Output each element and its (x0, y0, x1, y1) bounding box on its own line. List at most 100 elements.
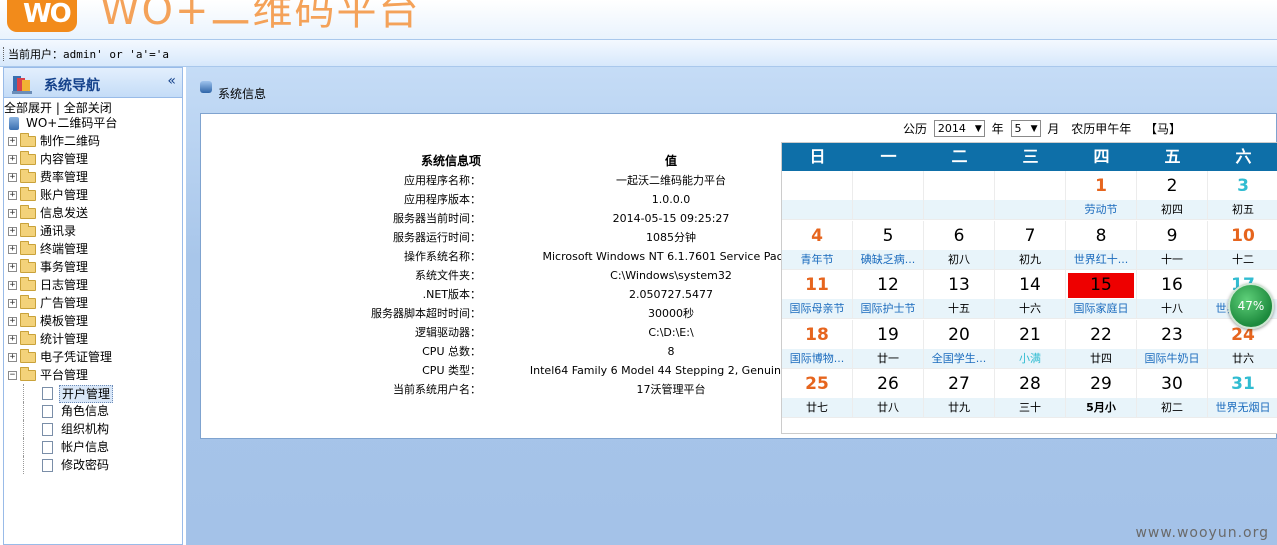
calendar-day[interactable]: 31 世界无烟日 (1208, 369, 1277, 418)
tree-child-label: 角色信息 (61, 404, 110, 418)
calendar-controls: 公历 2014 ▼ 年 5 ▼ 月 农历甲午年 【马】 (903, 120, 1181, 137)
expand-all-link[interactable]: 全部展开 (4, 101, 52, 115)
tree-child-open-account[interactable]: 开户管理 (4, 384, 182, 403)
calendar-day[interactable]: 8 世界红十... (1066, 220, 1137, 270)
calendar-day[interactable]: 13 十五 (924, 270, 995, 319)
calendar-week-row: 25 廿七 26 廿八 27 廿九 28 三十 29 5月小 30 初二 31 世界无烟日 (782, 369, 1277, 419)
year-select[interactable]: 2014 ▼ (933, 120, 985, 137)
tree-item-accounts[interactable]: + 账户管理 (4, 186, 182, 204)
collapse-sidebar-icon[interactable]: « (167, 73, 176, 89)
calendar-day[interactable]: 27 廿九 (924, 369, 995, 418)
tree-child-account-info[interactable]: 帐户信息 (4, 438, 182, 456)
tree-item-e-voucher[interactable]: + 电子凭证管理 (4, 348, 182, 366)
calendar-day[interactable]: 9 十一 (1137, 220, 1208, 270)
plus-icon[interactable]: + (8, 227, 17, 236)
calendar-day[interactable]: 30 初二 (1137, 369, 1208, 418)
lunar-label: 小满 (995, 348, 1065, 368)
weekday-label: 三 (1022, 147, 1039, 166)
info-value: 1085分钟 (646, 231, 696, 244)
tree-item-ads[interactable]: + 广告管理 (4, 294, 182, 312)
tree-item-statistics[interactable]: + 统计管理 (4, 330, 182, 348)
calendar-day[interactable]: 26 廿八 (853, 369, 924, 418)
calendar-day[interactable]: 6 初八 (924, 220, 995, 270)
document-icon (42, 459, 53, 472)
info-key: 应用程序版本： (404, 193, 481, 206)
day-number: 25 (805, 374, 829, 394)
tree-item-label: 内容管理 (40, 152, 89, 166)
calendar-day-today[interactable]: 15 国际家庭日 (1066, 270, 1137, 319)
calendar-day[interactable]: 25 廿七 (782, 369, 853, 418)
calendar-day[interactable]: 21 小满 (995, 319, 1066, 369)
plus-icon[interactable]: + (8, 209, 17, 218)
calendar-day[interactable]: 28 三十 (995, 369, 1066, 418)
tree-item-label: 信息发送 (40, 206, 89, 220)
calendar-day (782, 171, 853, 220)
calendar-day[interactable]: 23 国际牛奶日 (1137, 319, 1208, 369)
logo: WO (7, 0, 77, 32)
collapse-all-link[interactable]: 全部关闭 (64, 101, 112, 115)
tree-item-templates[interactable]: + 模板管理 (4, 312, 182, 330)
plus-icon[interactable]: + (8, 137, 17, 146)
weekday-header: 日一二三四五六 (782, 143, 1277, 171)
plus-icon[interactable]: + (8, 245, 17, 254)
watermark: www.wooyun.org (1135, 525, 1269, 541)
lunar-label: 廿六 (1208, 348, 1277, 368)
lunar-label: 十五 (924, 299, 994, 318)
calendar-day[interactable]: 11 国际母亲节 (782, 270, 853, 319)
plus-icon[interactable]: + (8, 191, 17, 200)
tree-item-logs[interactable]: + 日志管理 (4, 276, 182, 294)
tree-item-terminals[interactable]: + 终端管理 (4, 240, 182, 258)
calendar-day[interactable]: 4 青年节 (782, 220, 853, 270)
tree-item-label: 制作二维码 (40, 134, 101, 148)
lunar-label: 国际博物... (782, 348, 852, 368)
plus-icon[interactable]: + (8, 155, 17, 164)
info-key: CPU 总数： (422, 345, 481, 358)
plus-icon[interactable]: + (8, 299, 17, 308)
tree-item-platform[interactable]: − 平台管理 (4, 366, 182, 384)
tree-item-rates[interactable]: + 费率管理 (4, 168, 182, 186)
calendar-day[interactable]: 14 十六 (995, 270, 1066, 319)
calendar-day[interactable]: 10 十二 (1208, 221, 1277, 270)
calendar-day[interactable]: 19 廿一 (853, 319, 924, 369)
calendar-day[interactable]: 29 5月小 (1066, 369, 1137, 418)
plus-icon[interactable]: + (8, 281, 17, 290)
calendar-day[interactable]: 5 碘缺乏病... (853, 220, 924, 270)
minus-icon[interactable]: − (8, 371, 17, 380)
calendar-day[interactable]: 22 廿四 (1066, 319, 1137, 369)
folder-icon (20, 313, 36, 327)
calendar-day[interactable]: 3 初五 (1208, 171, 1277, 220)
tree-child-change-password[interactable]: 修改密码 (4, 456, 182, 474)
info-row: 应用程序名称： 一起沃二维码能力平台 (281, 171, 801, 190)
plus-icon[interactable]: + (8, 353, 17, 362)
calendar-day[interactable]: 20 全国学生... (924, 319, 995, 369)
tree-root[interactable]: WO+二维码平台 (4, 114, 182, 132)
tree-item-contacts[interactable]: + 通讯录 (4, 222, 182, 240)
year-value: 2014 (937, 122, 966, 135)
tree-child-org[interactable]: 组织机构 (4, 420, 182, 438)
calendar-day (853, 171, 924, 220)
plus-icon[interactable]: + (8, 335, 17, 344)
tree-item-make-qrcode[interactable]: + 制作二维码 (4, 132, 182, 150)
tree-item-affairs[interactable]: + 事务管理 (4, 258, 182, 276)
info-value: Microsoft Windows NT 6.1.7601 Service Pa… (542, 250, 800, 263)
tree-child-roles[interactable]: 角色信息 (4, 402, 182, 420)
calendar-day[interactable]: 1 劳动节 (1066, 171, 1137, 220)
calendar-day[interactable]: 16 十八 (1137, 270, 1208, 319)
calendar-day[interactable]: 7 初九 (995, 220, 1066, 270)
document-icon (42, 405, 53, 418)
calendar-day[interactable]: 12 国际护士节 (853, 270, 924, 319)
month-select[interactable]: 5 ▼ (1010, 120, 1041, 137)
info-row: 逻辑驱动器： C:\D:\E:\ (281, 323, 801, 342)
plus-icon[interactable]: + (8, 263, 17, 272)
tree-item-content[interactable]: + 内容管理 (4, 150, 182, 168)
progress-badge[interactable]: 47% (1228, 283, 1274, 329)
plus-icon[interactable]: + (8, 317, 17, 326)
info-key: .NET版本： (422, 288, 481, 301)
tree-item-messaging[interactable]: + 信息发送 (4, 204, 182, 222)
info-header-value: 值 (664, 154, 677, 168)
separator: | (55, 101, 60, 115)
info-key: 系统文件夹： (415, 269, 481, 282)
calendar-day[interactable]: 18 国际博物... (782, 319, 853, 369)
plus-icon[interactable]: + (8, 173, 17, 182)
calendar-day[interactable]: 2 初四 (1137, 171, 1208, 220)
